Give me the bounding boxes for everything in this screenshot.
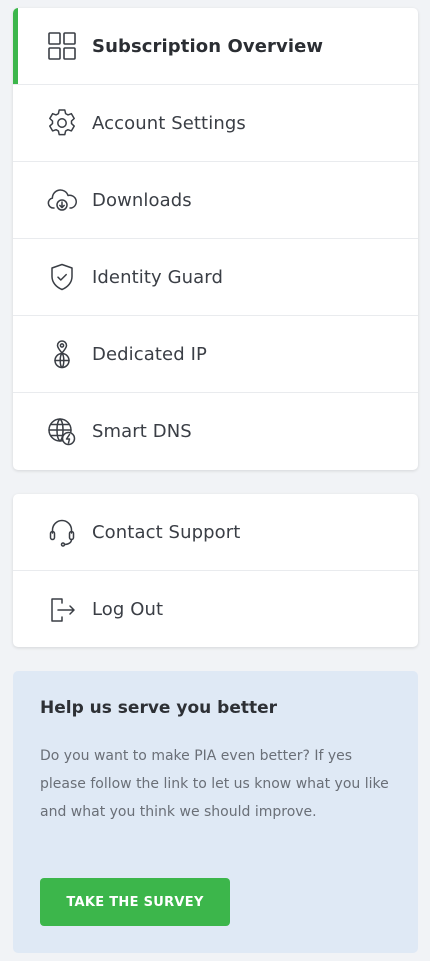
nav-item-identity-guard[interactable]: Identity Guard [13, 239, 418, 316]
gear-icon [45, 106, 79, 140]
shield-check-icon [45, 260, 79, 294]
nav-item-log-out[interactable]: Log Out [13, 571, 418, 647]
globe-bolt-icon [45, 415, 79, 449]
nav-item-contact-support[interactable]: Contact Support [13, 494, 418, 571]
nav-item-label: Dedicated IP [92, 343, 207, 365]
logout-icon [45, 593, 79, 627]
nav-item-label: Smart DNS [92, 421, 192, 442]
take-survey-button[interactable]: TAKE THE SURVEY [40, 878, 230, 926]
main-nav-card: Subscription Overview Account Settings D… [13, 8, 418, 470]
nav-item-label: Identity Guard [92, 266, 224, 288]
nav-item-label: Account Settings [92, 112, 246, 134]
survey-description: Do you want to make PIA even better? If … [40, 748, 389, 820]
headset-icon [45, 515, 79, 549]
nav-item-dedicated-ip[interactable]: Dedicated IP [13, 316, 418, 393]
nav-item-downloads[interactable]: Downloads [13, 162, 418, 239]
nav-item-label: Log Out [92, 599, 164, 620]
nav-item-account-settings[interactable]: Account Settings [13, 85, 418, 162]
nav-item-label: Contact Support [92, 521, 241, 543]
secondary-nav-card: Contact Support Log Out [13, 494, 418, 647]
grid-icon [45, 29, 79, 63]
cloud-download-icon [45, 183, 79, 217]
survey-panel: Help us serve you better Do you want to … [13, 671, 418, 953]
nav-item-label: Subscription Overview [92, 35, 324, 57]
nav-item-subscription-overview[interactable]: Subscription Overview [13, 8, 418, 85]
location-globe-icon [45, 337, 79, 371]
nav-item-smart-dns[interactable]: Smart DNS [13, 393, 418, 470]
nav-item-label: Downloads [92, 189, 192, 211]
survey-title: Help us serve you better [40, 698, 278, 718]
